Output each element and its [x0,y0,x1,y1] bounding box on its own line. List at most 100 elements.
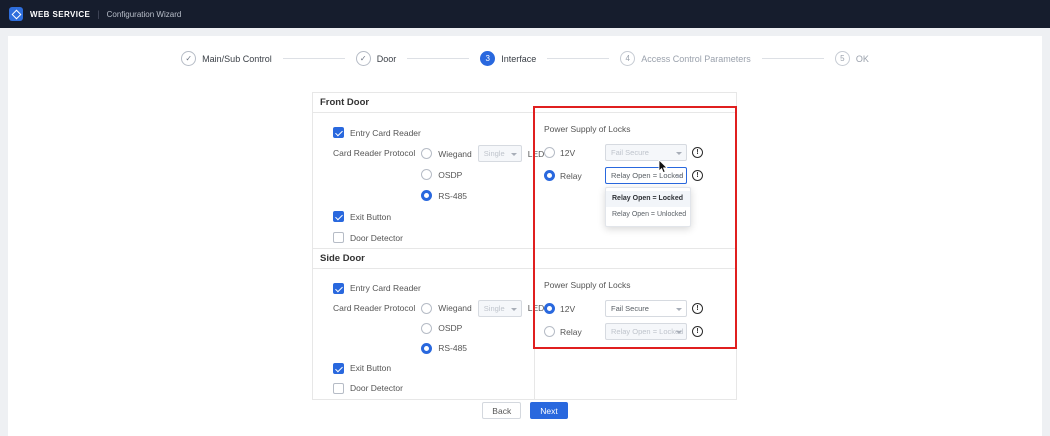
rs485-radio[interactable] [421,190,432,201]
info-icon[interactable]: ! [692,147,703,158]
wiegand-label: Wiegand [438,303,472,313]
twelve-v-label: 12V [560,304,600,314]
rs485-row: RS-485 [421,338,544,358]
front-door-power-column: Power Supply of Locks 12V Fail Secure ! … [535,113,736,248]
front-door-title: Front Door [313,93,736,113]
topbar: WEB SERVICE | Configuration Wizard [0,0,1050,28]
step-connector [762,58,824,59]
chevron-down-icon [676,308,682,311]
twelve-v-row: 12V Fail Secure ! [544,299,736,318]
osdp-radio[interactable] [421,169,432,180]
osdp-row: OSDP [421,164,544,185]
step-access-control-parameters: 4 Access Control Parameters [620,51,751,66]
check-icon: ✓ [360,54,367,63]
dropdown-option-unlocked[interactable]: Relay Open = Unlocked [606,207,690,223]
door-detector-checkbox[interactable] [333,383,344,394]
fail-secure-select[interactable]: Fail Secure [605,300,687,317]
wizard-form: Front Door Entry Card Reader Card Reader… [312,92,737,400]
relay-label: Relay [560,171,600,181]
protocol-options: Wiegand Single LED OSDP [421,298,544,358]
step-label: Access Control Parameters [641,54,751,64]
wiegand-radio[interactable] [421,303,432,314]
relay-label: Relay [560,327,600,337]
chevron-down-icon [676,331,682,334]
exit-button-row: Exit Button [333,206,534,227]
step-interface: 3 Interface [480,51,536,66]
card-reader-protocol-group: Card Reader Protocol Wiegand Single LED [333,143,534,206]
exit-button-checkbox[interactable] [333,363,344,374]
fail-secure-select[interactable]: Fail Secure [605,144,687,161]
step-ok: 5 OK [835,51,869,66]
relay-radio[interactable] [544,170,555,181]
step-door: ✓ Door [356,51,397,66]
wizard-footer: Back Next [8,402,1042,419]
twelve-v-radio[interactable] [544,303,555,314]
rs485-radio[interactable] [421,343,432,354]
door-detector-label: Door Detector [350,233,403,243]
power-supply-title: Power Supply of Locks [544,124,736,134]
step-circle-todo: 4 [620,51,635,66]
info-icon[interactable]: ! [692,326,703,337]
rs485-row: RS-485 [421,185,544,206]
exit-button-row: Exit Button [333,358,534,378]
relay-mode-value: Relay Open = Locked [611,171,683,180]
step-circle-done: ✓ [181,51,196,66]
entry-card-reader-label: Entry Card Reader [350,128,421,138]
door-detector-checkbox[interactable] [333,232,344,243]
wiegand-mode-select[interactable]: Single [478,300,522,317]
step-circle-done: ✓ [356,51,371,66]
step-label: Interface [501,54,536,64]
dropdown-option-locked[interactable]: Relay Open = Locked [606,191,690,207]
step-label: OK [856,54,869,64]
fail-secure-value: Fail Secure [611,148,649,157]
step-number: 4 [626,54,630,63]
entry-card-reader-checkbox[interactable] [333,283,344,294]
chevron-down-icon [511,153,517,156]
section-front-door: Front Door Entry Card Reader Card Reader… [313,93,736,248]
entry-card-reader-label: Entry Card Reader [350,283,421,293]
rs485-label: RS-485 [438,343,467,353]
back-button[interactable]: Back [482,402,521,419]
wiegand-radio[interactable] [421,148,432,159]
twelve-v-radio[interactable] [544,147,555,158]
wiegand-mode-select[interactable]: Single [478,145,522,162]
relay-mode-select[interactable]: Relay Open = Locked [605,323,687,340]
relay-mode-select[interactable]: Relay Open = Locked [605,167,687,184]
power-supply-title: Power Supply of Locks [544,280,736,290]
osdp-radio[interactable] [421,323,432,334]
step-label: Main/Sub Control [202,54,272,64]
check-icon: ✓ [185,54,192,63]
chevron-down-icon [676,152,682,155]
side-door-power-column: Power Supply of Locks 12V Fail Secure ! … [535,269,736,399]
protocol-options: Wiegand Single LED OSDP [421,143,544,206]
info-glyph: ! [696,172,698,179]
title-divider: | [97,9,99,19]
info-icon[interactable]: ! [692,303,703,314]
exit-button-label: Exit Button [350,363,391,373]
relay-radio[interactable] [544,326,555,337]
step-number: 5 [840,54,844,63]
step-number: 3 [486,54,490,63]
exit-button-label: Exit Button [350,212,391,222]
section-side-door: Side Door Entry Card Reader Card Reader … [313,248,736,399]
brand-title: WEB SERVICE [30,10,90,19]
relay-mode-dropdown: Relay Open = Locked Relay Open = Unlocke… [605,187,691,227]
info-icon[interactable]: ! [692,170,703,181]
side-door-title: Side Door [313,249,736,269]
exit-button-checkbox[interactable] [333,211,344,222]
step-connector [407,58,469,59]
next-button[interactable]: Next [530,402,567,419]
main-card: ✓ Main/Sub Control ✓ Door 3 Interface 4 … [8,36,1042,436]
entry-card-reader-row: Entry Card Reader [333,122,534,143]
relay-row: Relay Relay Open = Locked ! [544,322,736,341]
wizard-stepper: ✓ Main/Sub Control ✓ Door 3 Interface 4 … [8,36,1042,66]
step-connector [283,58,345,59]
page-title: Configuration Wizard [107,10,182,19]
door-detector-row: Door Detector [333,227,534,248]
osdp-label: OSDP [438,170,462,180]
entry-card-reader-row: Entry Card Reader [333,278,534,298]
door-detector-label: Door Detector [350,383,403,393]
wiegand-label: Wiegand [438,149,472,159]
entry-card-reader-checkbox[interactable] [333,127,344,138]
card-reader-protocol-label: Card Reader Protocol [333,298,415,319]
